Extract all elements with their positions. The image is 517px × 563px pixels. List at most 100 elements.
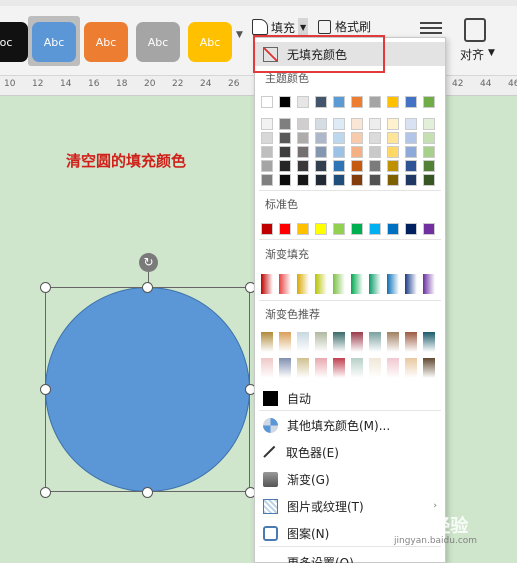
recommended-gradient-swatch[interactable] — [387, 358, 399, 378]
theme-shade-swatch[interactable] — [369, 118, 381, 130]
more-settings-item[interactable]: 更多设置(O)... — [255, 550, 445, 563]
gradient-swatch[interactable] — [405, 274, 417, 294]
gradient-swatch[interactable] — [333, 274, 345, 294]
align-dropdown-icon[interactable]: ▼ — [488, 48, 495, 58]
theme-shade-swatch[interactable] — [279, 146, 291, 158]
theme-shade-swatch[interactable] — [405, 146, 417, 158]
style-gallery-more-icon[interactable]: ▼ — [236, 30, 243, 40]
theme-shade-swatch[interactable] — [261, 118, 273, 130]
theme-shade-swatch[interactable] — [279, 132, 291, 144]
standard-color-swatch[interactable] — [261, 223, 273, 235]
theme-shade-swatch[interactable] — [387, 174, 399, 186]
recommended-gradient-swatch[interactable] — [315, 332, 327, 352]
standard-color-swatch[interactable] — [423, 223, 435, 235]
recommended-gradient-swatch[interactable] — [387, 332, 399, 352]
standard-color-swatch[interactable] — [315, 223, 327, 235]
theme-shade-swatch[interactable] — [297, 132, 309, 144]
align-label[interactable]: 对齐 — [460, 46, 484, 63]
theme-shade-swatch[interactable] — [405, 132, 417, 144]
rotate-handle-icon[interactable]: ↻ — [139, 253, 158, 272]
standard-color-swatch[interactable] — [279, 223, 291, 235]
theme-shade-swatch[interactable] — [297, 160, 309, 172]
theme-shade-swatch[interactable] — [387, 118, 399, 130]
gradient-swatch[interactable] — [261, 274, 273, 294]
theme-shade-swatch[interactable] — [279, 118, 291, 130]
theme-shade-swatch[interactable] — [387, 146, 399, 158]
standard-color-swatch[interactable] — [369, 223, 381, 235]
theme-shade-swatch[interactable] — [387, 132, 399, 144]
recommended-gradient-swatch[interactable] — [261, 358, 273, 378]
theme-color-swatch[interactable] — [387, 96, 399, 108]
theme-shade-swatch[interactable] — [261, 132, 273, 144]
recommended-gradient-swatch[interactable] — [369, 332, 381, 352]
theme-shade-swatch[interactable] — [297, 174, 309, 186]
gradient-item[interactable]: 渐变(G) — [255, 467, 445, 491]
resize-handle-nw[interactable] — [40, 282, 51, 293]
theme-shade-swatch[interactable] — [423, 132, 435, 144]
standard-color-swatch[interactable] — [297, 223, 309, 235]
theme-shade-swatch[interactable] — [315, 160, 327, 172]
theme-shade-swatch[interactable] — [297, 118, 309, 130]
theme-shade-swatch[interactable] — [369, 146, 381, 158]
theme-color-swatch[interactable] — [315, 96, 327, 108]
recommended-gradient-swatch[interactable] — [261, 332, 273, 352]
gradient-swatch[interactable] — [369, 274, 381, 294]
theme-shade-swatch[interactable] — [261, 160, 273, 172]
shape-style-blue[interactable]: Abc — [32, 22, 76, 62]
theme-shade-swatch[interactable] — [423, 174, 435, 186]
recommended-gradient-swatch[interactable] — [351, 332, 363, 352]
recommended-gradient-swatch[interactable] — [423, 358, 435, 378]
gradient-swatch[interactable] — [351, 274, 363, 294]
gradient-swatch[interactable] — [279, 274, 291, 294]
theme-shade-swatch[interactable] — [315, 174, 327, 186]
theme-color-swatch[interactable] — [405, 96, 417, 108]
theme-shade-swatch[interactable] — [333, 132, 345, 144]
theme-color-swatch[interactable] — [333, 96, 345, 108]
theme-shade-swatch[interactable] — [405, 174, 417, 186]
recommended-gradient-swatch[interactable] — [351, 358, 363, 378]
theme-shade-swatch[interactable] — [369, 160, 381, 172]
theme-shade-swatch[interactable] — [315, 132, 327, 144]
resize-handle-w[interactable] — [40, 384, 51, 395]
theme-color-swatch[interactable] — [297, 96, 309, 108]
more-fill-colors-item[interactable]: 其他填充颜色(M)... — [255, 413, 445, 437]
standard-color-swatch[interactable] — [387, 223, 399, 235]
theme-shade-swatch[interactable] — [423, 118, 435, 130]
theme-shade-swatch[interactable] — [315, 146, 327, 158]
fill-dropdown-icon[interactable]: ▼ — [298, 18, 309, 36]
recommended-gradient-swatch[interactable] — [333, 358, 345, 378]
theme-shade-swatch[interactable] — [351, 146, 363, 158]
theme-shade-swatch[interactable] — [333, 160, 345, 172]
gradient-swatch[interactable] — [315, 274, 327, 294]
resize-handle-s[interactable] — [142, 487, 153, 498]
theme-shade-swatch[interactable] — [351, 132, 363, 144]
theme-shade-swatch[interactable] — [387, 160, 399, 172]
shape-style-gray[interactable]: Abc — [136, 22, 180, 62]
theme-shade-swatch[interactable] — [369, 132, 381, 144]
shape-style-black[interactable]: oc — [0, 22, 28, 62]
theme-shade-swatch[interactable] — [405, 118, 417, 130]
recommended-gradient-swatch[interactable] — [369, 358, 381, 378]
theme-shade-swatch[interactable] — [279, 160, 291, 172]
theme-shade-swatch[interactable] — [351, 118, 363, 130]
arrange-icon[interactable] — [464, 18, 486, 42]
eyedropper-item[interactable]: 取色器(E) — [255, 440, 445, 464]
theme-shade-swatch[interactable] — [369, 174, 381, 186]
theme-shade-swatch[interactable] — [261, 174, 273, 186]
shape-style-orange[interactable]: Abc — [84, 22, 128, 62]
theme-color-swatch[interactable] — [423, 96, 435, 108]
theme-shade-swatch[interactable] — [315, 118, 327, 130]
theme-shade-swatch[interactable] — [351, 174, 363, 186]
recommended-gradient-swatch[interactable] — [405, 332, 417, 352]
theme-shade-swatch[interactable] — [423, 146, 435, 158]
shape-style-yellow[interactable]: Abc — [188, 22, 232, 62]
theme-color-swatch[interactable] — [351, 96, 363, 108]
theme-shade-swatch[interactable] — [261, 146, 273, 158]
theme-shade-swatch[interactable] — [351, 160, 363, 172]
theme-color-swatch[interactable] — [261, 96, 273, 108]
theme-shade-swatch[interactable] — [333, 146, 345, 158]
recommended-gradient-swatch[interactable] — [279, 358, 291, 378]
recommended-gradient-swatch[interactable] — [279, 332, 291, 352]
recommended-gradient-swatch[interactable] — [405, 358, 417, 378]
recommended-gradient-swatch[interactable] — [297, 332, 309, 352]
